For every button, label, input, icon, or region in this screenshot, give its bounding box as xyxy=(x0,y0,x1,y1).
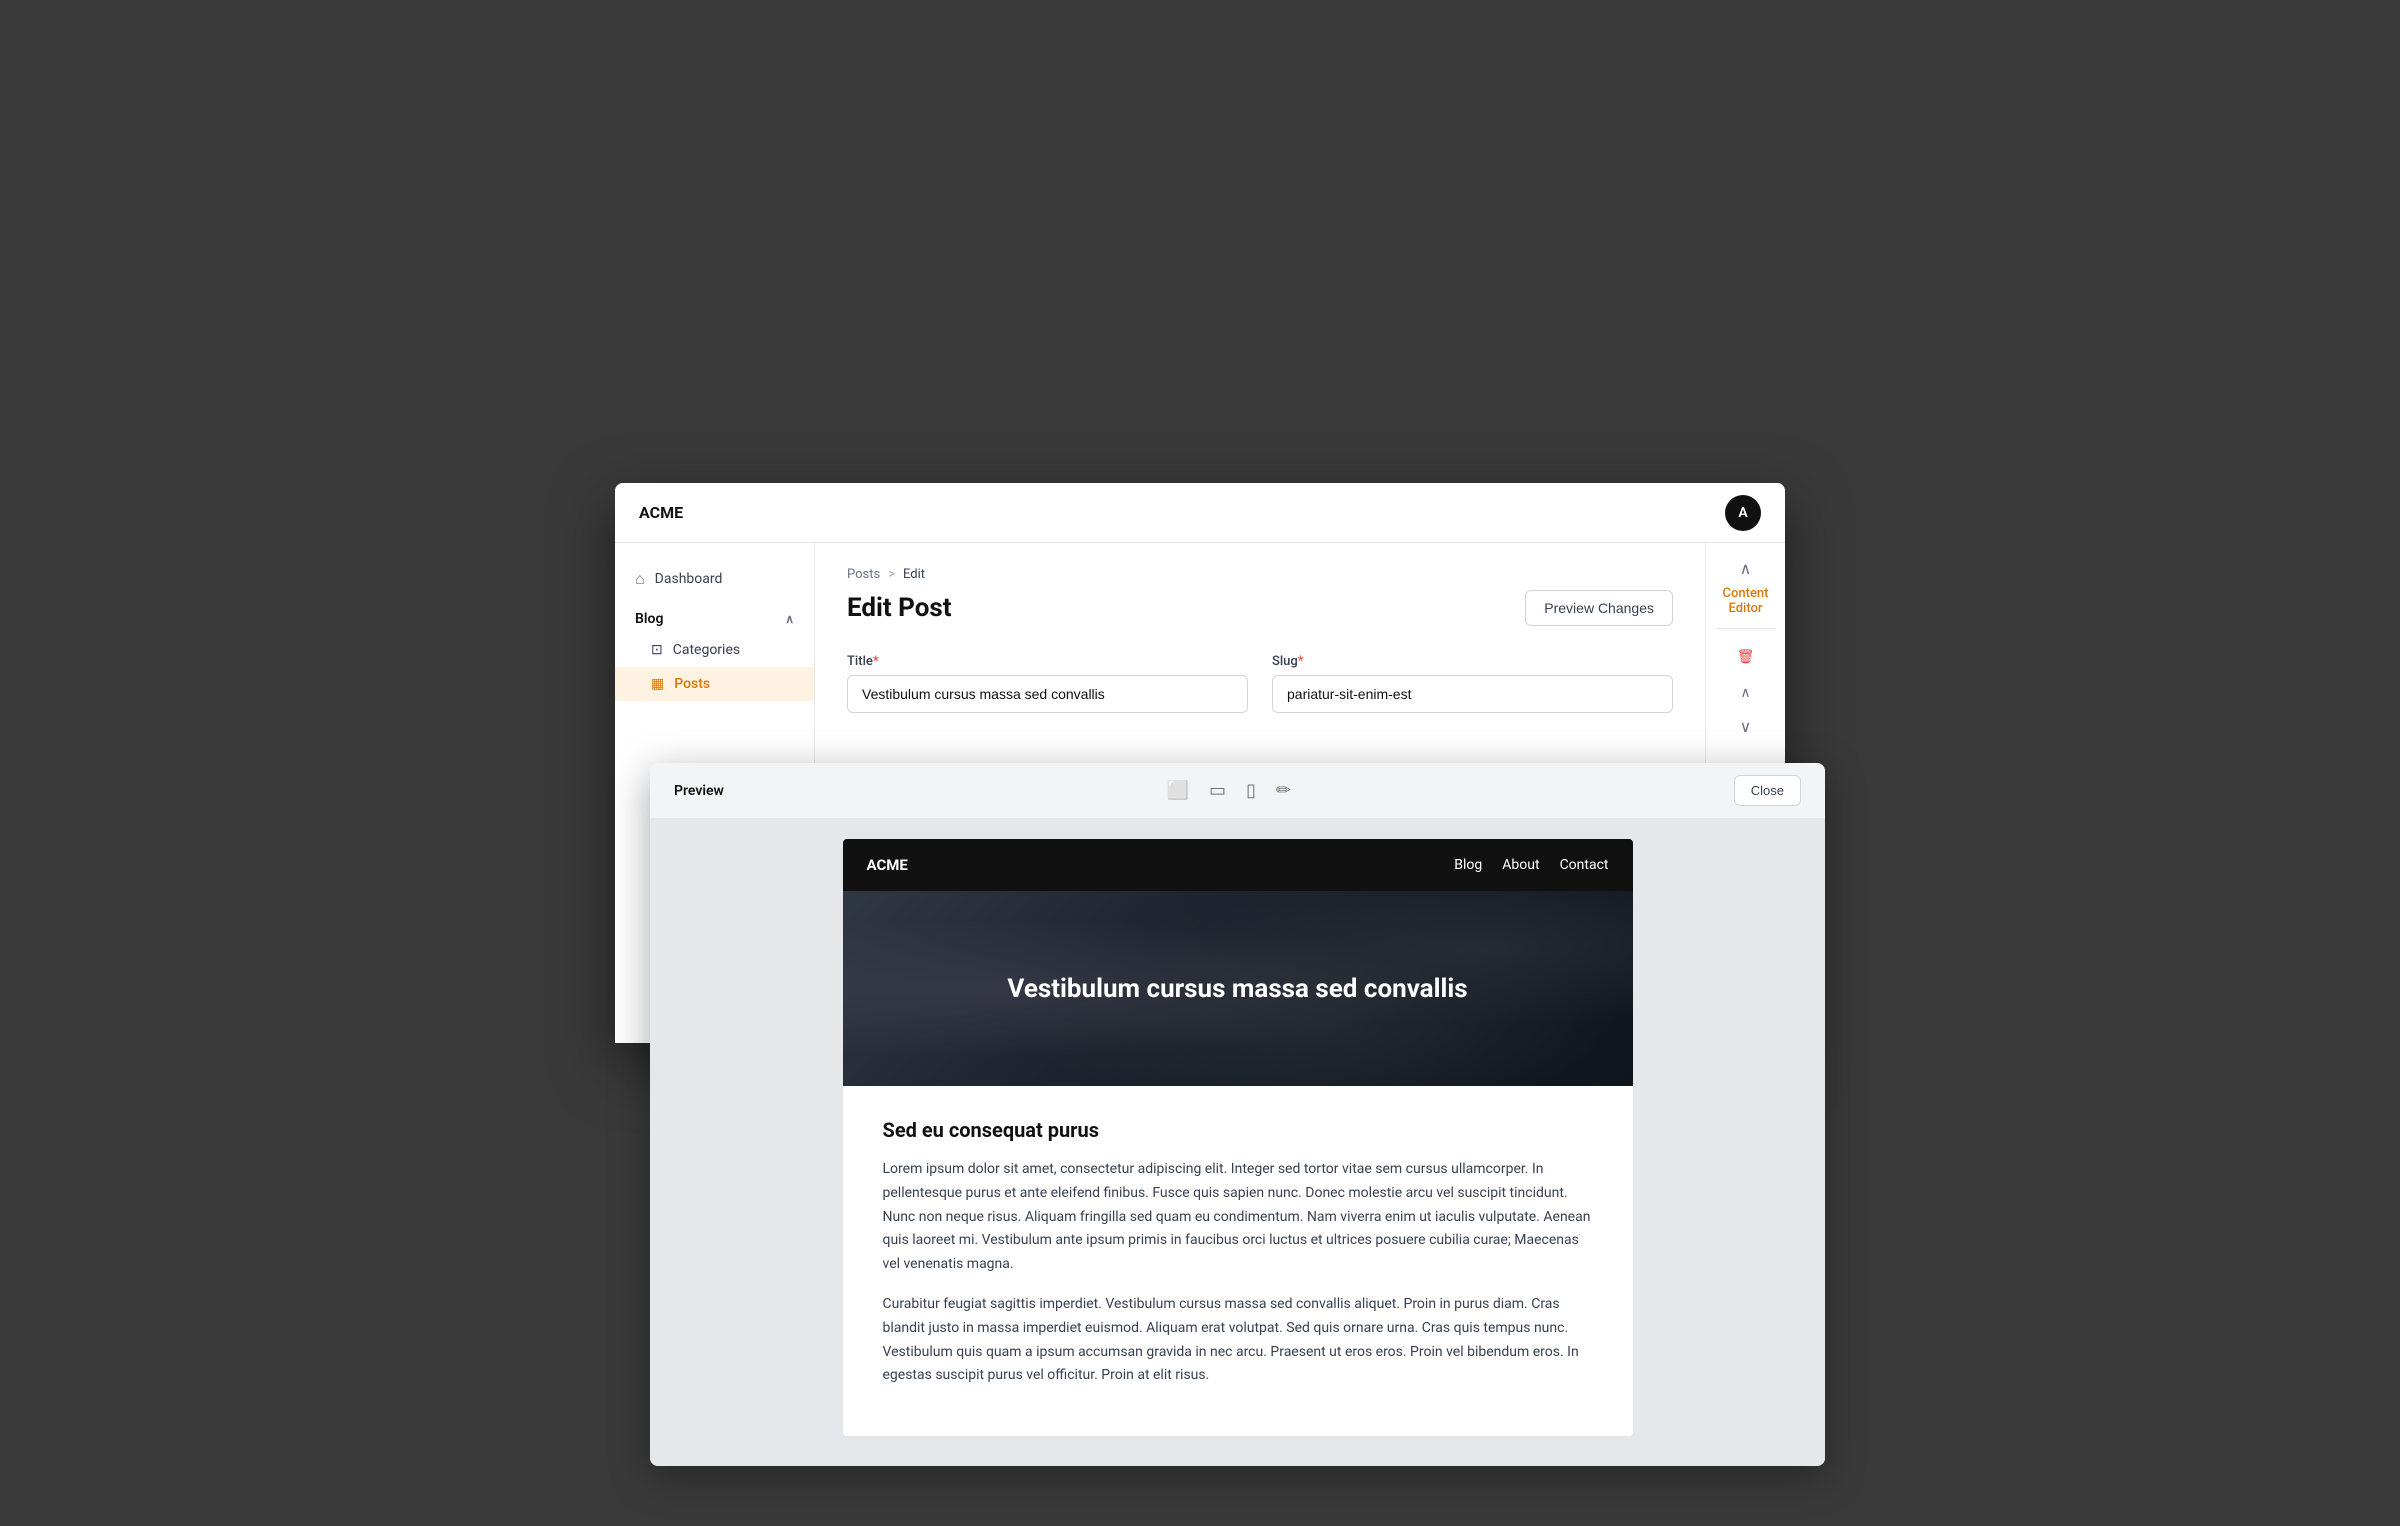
breadcrumb-current: Edit xyxy=(903,567,925,582)
nav-link-contact[interactable]: Contact xyxy=(1560,857,1609,873)
content-area: Posts > Edit Edit Post Preview Changes T… xyxy=(815,543,1705,1043)
preview-close-button[interactable]: Close xyxy=(1734,775,1801,806)
desktop-icon[interactable]: ⬜ xyxy=(1167,780,1189,801)
site-nav-links: Blog About Contact xyxy=(1454,857,1608,873)
title-input[interactable] xyxy=(847,675,1248,713)
hero-title: Vestibulum cursus massa sed convallis xyxy=(967,974,1507,1004)
page-title-row: Edit Post Preview Changes xyxy=(847,590,1673,626)
sidebar-item-dashboard[interactable]: ⌂ Dashboard xyxy=(615,559,814,599)
site-body: Sed eu consequat purus Lorem ipsum dolor… xyxy=(843,1086,1633,1436)
right-panel-chevron-down[interactable]: ∨ xyxy=(1740,717,1752,736)
preview-title: Preview xyxy=(674,783,724,799)
home-icon: ⌂ xyxy=(635,569,645,589)
article-paragraph-2: Curabitur feugiat sagittis imperdiet. Ve… xyxy=(883,1293,1593,1388)
app-logo: ACME xyxy=(639,503,683,522)
sidebar-dashboard-label: Dashboard xyxy=(655,571,723,587)
right-panel-divider xyxy=(1716,628,1776,629)
sidebar-item-categories[interactable]: ⊡ Categories xyxy=(615,633,814,667)
slug-input[interactable] xyxy=(1272,675,1673,713)
page-title: Edit Post xyxy=(847,593,952,623)
tag-icon: ⊡ xyxy=(651,642,663,658)
right-panel-chevron-up[interactable]: ∧ xyxy=(1714,559,1777,578)
device-icons: ⬜ ▭ ▯ ✏ xyxy=(1167,780,1291,801)
site-hero: Vestibulum cursus massa sed convallis xyxy=(843,891,1633,1086)
paint-icon[interactable]: ✏ xyxy=(1276,780,1291,801)
nav-link-blog[interactable]: Blog xyxy=(1454,857,1482,873)
avatar[interactable]: A xyxy=(1725,495,1761,531)
right-panel-actions: 🗑 ∧ xyxy=(1728,641,1764,709)
breadcrumb-separator: > xyxy=(888,567,895,582)
slug-label: Slug* xyxy=(1272,654,1673,669)
article-paragraph-1: Lorem ipsum dolor sit amet, consectetur … xyxy=(883,1158,1593,1277)
top-nav: ACME A xyxy=(615,483,1785,543)
preview-overlay: Preview ⬜ ▭ ▯ ✏ Close ACME xyxy=(650,763,1825,1466)
site-logo: ACME xyxy=(867,856,908,874)
breadcrumb: Posts > Edit xyxy=(847,567,1673,582)
preview-site: ACME Blog About Contact Vestibulum cur xyxy=(843,839,1633,1436)
slug-field-group: Slug* xyxy=(1272,654,1673,713)
posts-icon: ▦ xyxy=(651,676,664,692)
preview-content: ACME Blog About Contact Vestibulum cur xyxy=(650,819,1825,1466)
title-field-group: Title* xyxy=(847,654,1248,713)
form-row: Title* Slug* xyxy=(847,654,1673,713)
content-editor-label: Content Editor xyxy=(1714,586,1777,616)
nav-link-about[interactable]: About xyxy=(1502,857,1539,873)
sidebar-item-posts[interactable]: ▦ Posts xyxy=(615,667,814,701)
article-heading: Sed eu consequat purus xyxy=(883,1118,1593,1142)
tablet-icon[interactable]: ▭ xyxy=(1209,780,1226,801)
move-up-button[interactable]: ∧ xyxy=(1728,677,1764,709)
main-layout: ⌂ Dashboard Blog ∧ ⊡ Categories ▦ Posts … xyxy=(615,543,1785,1043)
delete-button[interactable]: 🗑 xyxy=(1728,641,1764,673)
site-nav: ACME Blog About Contact xyxy=(843,839,1633,891)
categories-label: Categories xyxy=(673,642,740,658)
app-window: ACME A ⌂ Dashboard Blog ∧ ⊡ Categories ▦… xyxy=(615,483,1785,1043)
breadcrumb-posts[interactable]: Posts xyxy=(847,567,880,582)
preview-changes-button[interactable]: Preview Changes xyxy=(1525,590,1673,626)
sidebar-blog-section[interactable]: Blog ∧ xyxy=(615,599,814,633)
blog-section-label: Blog xyxy=(635,611,663,627)
preview-header: Preview ⬜ ▭ ▯ ✏ Close xyxy=(650,763,1825,819)
blog-chevron-icon: ∧ xyxy=(785,612,794,626)
mobile-icon[interactable]: ▯ xyxy=(1246,780,1256,801)
title-label: Title* xyxy=(847,654,1248,669)
posts-label: Posts xyxy=(674,676,710,692)
